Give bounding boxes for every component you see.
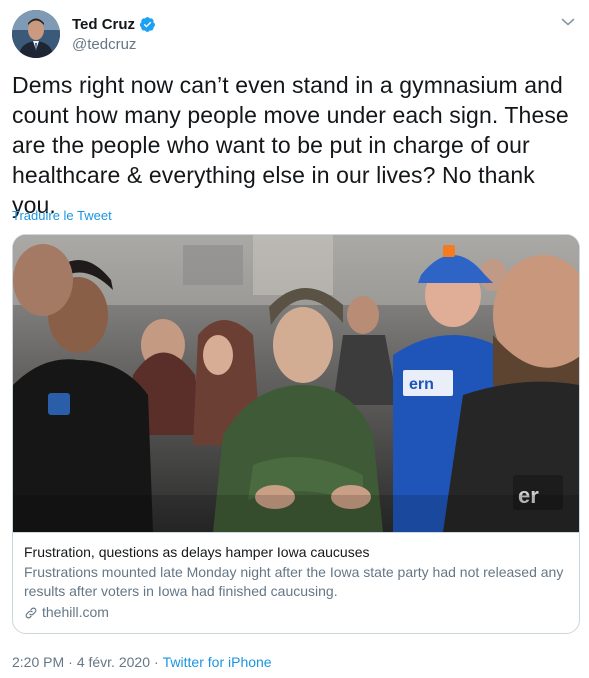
card-image: ern er — [13, 235, 579, 532]
svg-text:ern: ern — [409, 376, 434, 393]
meta-separator: · — [68, 654, 73, 670]
link-card[interactable]: ern er Frustration, questions as delays … — [12, 234, 580, 634]
translate-tweet-link[interactable]: Traduire le Tweet — [12, 208, 112, 223]
tweet-source-link[interactable]: Twitter for iPhone — [163, 654, 272, 670]
chevron-down-icon[interactable] — [558, 12, 578, 32]
tweet-text: Dems right now can’t even stand in a gym… — [12, 72, 569, 218]
link-icon — [24, 606, 38, 620]
tweet-time[interactable]: 2:20 PM — [12, 654, 64, 670]
card-description: Frustrations mounted late Monday night a… — [24, 564, 564, 599]
meta-separator: · — [153, 654, 159, 670]
tweet-header: Ted Cruz @tedcruz — [12, 10, 578, 58]
handle[interactable]: @tedcruz — [72, 36, 156, 53]
verified-badge-icon — [139, 16, 156, 33]
display-name[interactable]: Ted Cruz — [72, 16, 135, 33]
tweet-meta: 2:20 PM · 4 févr. 2020 · Twitter for iPh… — [12, 654, 272, 670]
card-body: Frustration, questions as delays hamper … — [13, 532, 579, 633]
card-title: Frustration, questions as delays hamper … — [24, 544, 370, 560]
card-domain-text: thehill.com — [42, 604, 109, 620]
avatar[interactable] — [12, 10, 60, 58]
tweet-date[interactable]: 4 févr. 2020 — [77, 654, 150, 670]
tweet: Ted Cruz @tedcruz Dems right now can’t e… — [0, 0, 589, 678]
card-domain: thehill.com — [24, 603, 568, 622]
author-names: Ted Cruz @tedcruz — [72, 14, 156, 53]
